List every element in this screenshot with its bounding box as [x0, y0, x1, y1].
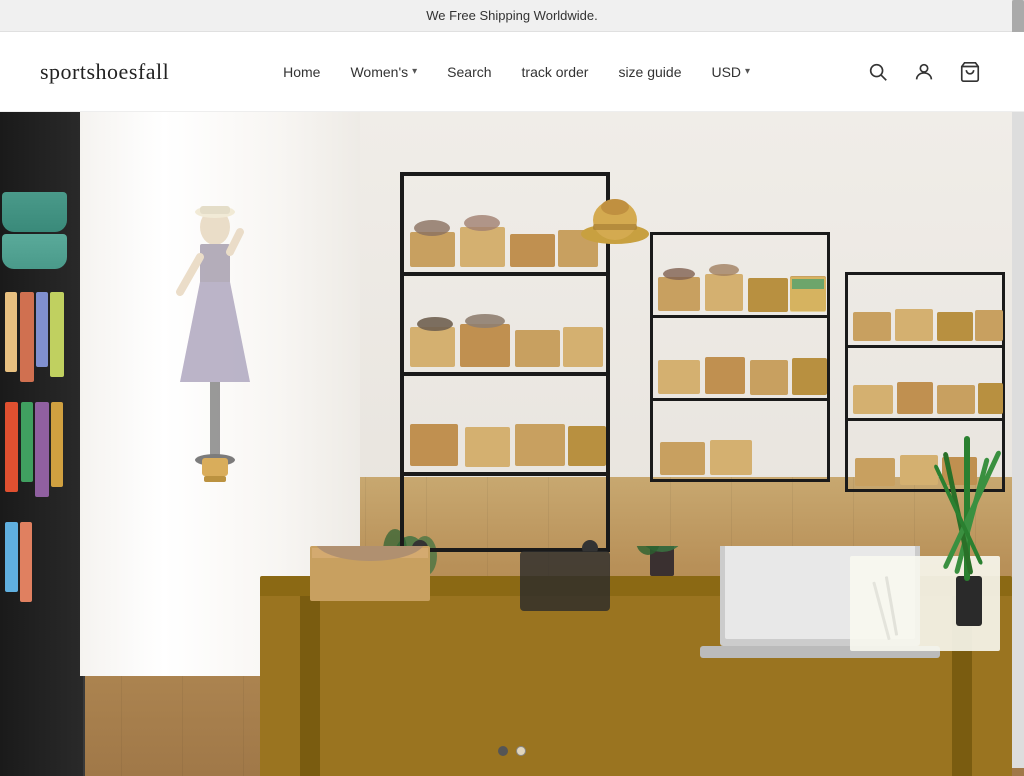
announcement-bar: We Free Shipping Worldwide. [0, 0, 1024, 32]
main-nav: Home Women's ▾ Search track order size g… [283, 64, 750, 80]
nav-size-guide[interactable]: size guide [618, 64, 681, 80]
logo[interactable]: sportshoesfall [40, 59, 169, 85]
cart-icon [959, 61, 981, 83]
currency-label: USD [711, 64, 741, 80]
hero-section [0, 112, 1024, 776]
currency-selector[interactable]: USD ▾ [711, 64, 750, 80]
search-icon [867, 61, 889, 83]
account-icon [913, 61, 935, 83]
center-shelf-unit [400, 172, 610, 552]
announcement-text: We Free Shipping Worldwide. [426, 8, 598, 23]
clothes-rack [0, 192, 75, 612]
currency-dropdown-icon: ▾ [745, 66, 750, 77]
carousel-dot-2[interactable] [516, 746, 526, 756]
plant-right [934, 426, 1004, 626]
nav-home[interactable]: Home [283, 64, 320, 80]
mannequin [175, 202, 255, 482]
cart-icon-button[interactable] [956, 58, 984, 86]
hero-image [0, 112, 1024, 776]
hat-display [580, 192, 650, 242]
nav-track-order[interactable]: track order [522, 64, 589, 80]
right-shelf-unit-1 [650, 232, 830, 482]
search-icon-button[interactable] [864, 58, 892, 86]
carousel-dots [498, 746, 526, 756]
header-icons [864, 58, 984, 86]
womens-dropdown-icon: ▾ [412, 66, 417, 77]
carousel-dot-1[interactable] [498, 746, 508, 756]
nav-womens[interactable]: Women's ▾ [350, 64, 417, 80]
header: sportshoesfall Home Women's ▾ Search tra… [0, 32, 1024, 112]
display-desk [260, 546, 1012, 776]
account-icon-button[interactable] [910, 58, 938, 86]
nav-search[interactable]: Search [447, 64, 491, 80]
scrollbar[interactable] [1012, 0, 1024, 768]
